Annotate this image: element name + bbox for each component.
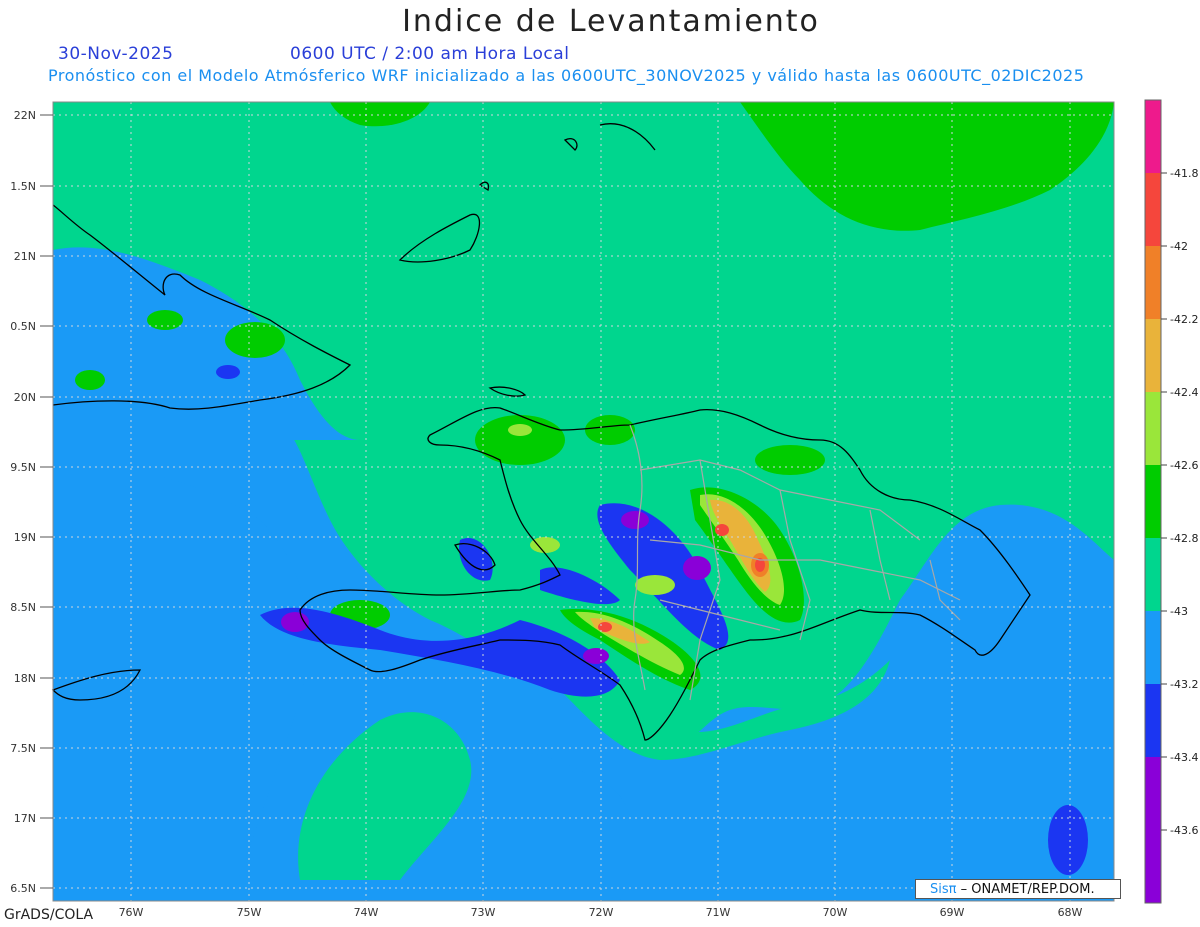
lon-label: 71W xyxy=(706,906,731,919)
lon-label: 73W xyxy=(471,906,496,919)
colorbar-swatch xyxy=(1145,173,1161,246)
map-field xyxy=(53,102,1114,901)
colorbar-swatch xyxy=(1145,757,1161,830)
lifted-index-map: 22N 1.5N 21N 0.5N 20N 9.5N 19N 8.5N 18N … xyxy=(10,99,1198,919)
colorbar-label: -43 xyxy=(1170,605,1188,618)
lat-label: 21N xyxy=(14,250,36,263)
lon-label: 70W xyxy=(823,906,848,919)
colorbar-label: -43.2 xyxy=(1170,678,1198,691)
colorbar-label: -43.4 xyxy=(1170,751,1198,764)
lon-label: 68W xyxy=(1058,906,1083,919)
lon-axis: 76W 75W 74W 73W 72W 71W 70W 69W 68W xyxy=(119,906,1083,919)
colorbar-label: -42.4 xyxy=(1170,386,1198,399)
colorbar-swatch xyxy=(1145,392,1161,465)
lat-label: 7.5N xyxy=(10,742,36,755)
colorbar-ticks xyxy=(1161,172,1167,831)
colorbar-label: -43.6 xyxy=(1170,824,1198,837)
colorbar-swatch xyxy=(1145,684,1161,757)
colorbar-label: -42.6 xyxy=(1170,459,1198,472)
colorbar-labels: -41.8 -42 -42.2 -42.4 -42.6 -42.8 -43 -4… xyxy=(1170,167,1198,837)
colorbar-swatch xyxy=(1145,538,1161,611)
colorbar-swatch xyxy=(1145,319,1161,392)
lon-label: 75W xyxy=(237,906,262,919)
lat-label: 9.5N xyxy=(10,461,36,474)
lon-label: 69W xyxy=(940,906,965,919)
lat-label: 6.5N xyxy=(10,882,36,895)
colorbar xyxy=(1144,99,1162,904)
lat-label: 18N xyxy=(14,672,36,685)
lat-label: 1.5N xyxy=(10,180,36,193)
colorbar-label: -42.2 xyxy=(1170,313,1198,326)
lon-label: 74W xyxy=(354,906,379,919)
lat-label: 20N xyxy=(14,391,36,404)
colorbar-swatch xyxy=(1145,611,1161,684)
colorbar-swatch xyxy=(1145,465,1161,538)
onamet-credit-box: Sisπ – ONAMET/REP.DOM. xyxy=(915,879,1121,899)
lat-label: 8.5N xyxy=(10,601,36,614)
lat-ticks xyxy=(40,114,53,889)
lon-label: 72W xyxy=(589,906,614,919)
colorbar-label: -42 xyxy=(1170,240,1188,253)
lat-label: 19N xyxy=(14,531,36,544)
onamet-credit-text: – ONAMET/REP.DOM. xyxy=(956,882,1095,897)
lat-label: 17N xyxy=(14,812,36,825)
colorbar-label: -41.8 xyxy=(1170,167,1198,180)
lat-label: 0.5N xyxy=(10,320,36,333)
lon-label: 76W xyxy=(119,906,144,919)
lat-label: 22N xyxy=(14,109,36,122)
colorbar-label: -42.8 xyxy=(1170,532,1198,545)
colorbar-swatch xyxy=(1145,830,1161,903)
grads-credit: GrADS/COLA xyxy=(4,907,94,923)
colorbar-swatch xyxy=(1145,246,1161,319)
colorbar-swatch xyxy=(1145,100,1161,173)
lat-axis: 22N 1.5N 21N 0.5N 20N 9.5N 19N 8.5N 18N … xyxy=(10,109,36,895)
sis-logo: Sisπ xyxy=(930,882,957,897)
